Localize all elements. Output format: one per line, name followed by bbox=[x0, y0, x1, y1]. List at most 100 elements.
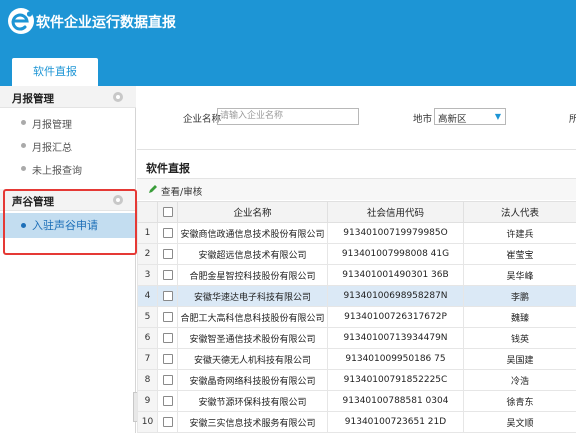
row-checkbox[interactable] bbox=[157, 264, 178, 286]
table-row[interactable]: 10 安徽三实信息技术服务有限公司 91340100723651 21D 吴文顺 bbox=[137, 411, 576, 433]
sidebar-group-title: 月报管理 bbox=[12, 93, 54, 105]
legal-rep-cell: 钱英 bbox=[463, 327, 576, 349]
legal-rep-cell: 魏臻 bbox=[463, 306, 576, 328]
row-number: 1 bbox=[137, 222, 158, 244]
row-number: 2 bbox=[137, 243, 158, 265]
legal-rep-cell: 许建兵 bbox=[463, 222, 576, 244]
checkbox-icon bbox=[162, 248, 173, 259]
bullet-icon bbox=[21, 143, 26, 148]
row-checkbox[interactable] bbox=[157, 306, 178, 328]
checkbox-icon bbox=[162, 416, 173, 427]
checkbox-icon bbox=[162, 269, 173, 280]
region-select[interactable]: 高新区 ▼ bbox=[434, 108, 506, 125]
table-row[interactable]: 3 合肥金星智控科技股份有限公司 913401001490301 36B 吴华峰 bbox=[137, 264, 576, 286]
company-name-cell: 安徽天德无人机科技有限公司 bbox=[177, 348, 328, 370]
row-number: 8 bbox=[137, 369, 158, 391]
select-all-checkbox[interactable] bbox=[157, 201, 178, 223]
tab-software-report[interactable]: 软件直报 bbox=[12, 58, 98, 86]
view-review-button[interactable]: 查看/审核 bbox=[161, 184, 202, 198]
chevron-down-icon: ▼ bbox=[494, 112, 501, 121]
region-label: 地市 bbox=[413, 114, 433, 125]
company-name-cell: 安徽智圣通信技术股份有限公司 bbox=[177, 327, 328, 349]
panel-title: 软件直报 bbox=[146, 162, 190, 175]
checkbox-icon bbox=[162, 290, 173, 301]
bullet-icon bbox=[21, 120, 26, 125]
collapse-toggle-icon[interactable] bbox=[113, 92, 123, 102]
row-number: 7 bbox=[137, 348, 158, 370]
sidebar-group-monthly[interactable]: 月报管理 bbox=[0, 86, 136, 108]
checkbox-icon bbox=[162, 227, 173, 238]
tab-bar: 软件直报 bbox=[0, 56, 576, 86]
row-checkbox[interactable] bbox=[157, 348, 178, 370]
row-checkbox[interactable] bbox=[157, 390, 178, 412]
credit-code-cell: 913401009950186 75 bbox=[327, 348, 464, 370]
sidebar-item-label: 月报汇总 bbox=[32, 143, 72, 154]
company-name-cell: 安徽商信政通信息技术股份有限公司 bbox=[177, 222, 328, 244]
row-checkbox[interactable] bbox=[157, 243, 178, 265]
company-name-cell: 安徽华速达电子科技有限公司 bbox=[177, 285, 328, 307]
credit-code-cell: 91340100791852225C bbox=[327, 369, 464, 391]
credit-code-cell: 913401007998008 41G bbox=[327, 243, 464, 265]
row-number: 3 bbox=[137, 264, 158, 286]
column-header-legal-rep[interactable]: 法人代表 bbox=[463, 201, 576, 223]
sidebar-item-unreported-query[interactable]: 未上报查询 bbox=[0, 157, 136, 179]
row-number: 5 bbox=[137, 306, 158, 328]
credit-code-cell: 91340100723651 21D bbox=[327, 411, 464, 433]
column-header-credit-code[interactable]: 社会信用代码 bbox=[327, 201, 464, 223]
truncated-label: 所 bbox=[569, 114, 576, 125]
credit-code-cell: 91340100719979985O bbox=[327, 222, 464, 244]
row-number: 9 bbox=[137, 390, 158, 412]
e-logo-icon bbox=[8, 8, 34, 34]
row-number: 10 bbox=[137, 411, 158, 433]
app-title: 软件企业运行数据直报 bbox=[36, 15, 176, 31]
company-name-cell: 合肥工大高科信息科技股份有限公司 bbox=[177, 306, 328, 328]
company-name-cell: 安徽超远信息技术有限公司 bbox=[177, 243, 328, 265]
region-select-value: 高新区 bbox=[438, 114, 467, 125]
row-number-header bbox=[137, 201, 158, 223]
table-row-selected[interactable]: 4 安徽华速达电子科技有限公司 91340100698958287N 李鹏 bbox=[137, 285, 576, 307]
table-row[interactable]: 5 合肥工大高科信息科技股份有限公司 91340100726317672P 魏臻 bbox=[137, 306, 576, 328]
checkbox-icon bbox=[162, 353, 173, 364]
table-row[interactable]: 7 安徽天德无人机科技有限公司 913401009950186 75 吴国建 bbox=[137, 348, 576, 370]
row-checkbox[interactable] bbox=[157, 411, 178, 433]
checkbox-icon bbox=[162, 374, 173, 385]
company-name-input[interactable]: 请输入企业名称 bbox=[217, 108, 359, 125]
table-header-row: 企业名称 社会信用代码 法人代表 bbox=[137, 201, 576, 223]
highlight-annotation bbox=[3, 189, 137, 255]
legal-rep-cell: 徐青东 bbox=[463, 390, 576, 412]
checkbox-icon bbox=[162, 311, 173, 322]
company-name-cell: 安徽晶奇网络科技股份有限公司 bbox=[177, 369, 328, 391]
bullet-icon bbox=[21, 166, 26, 171]
legal-rep-cell: 吴文顺 bbox=[463, 411, 576, 433]
table-row[interactable]: 8 安徽晶奇网络科技股份有限公司 91340100791852225C 冷浩 bbox=[137, 369, 576, 391]
row-checkbox[interactable] bbox=[157, 285, 178, 307]
checkbox-icon bbox=[162, 395, 173, 406]
company-name-cell: 合肥金星智控科技股份有限公司 bbox=[177, 264, 328, 286]
sidebar-item-label: 月报管理 bbox=[32, 120, 72, 131]
app-header: 软件企业运行数据直报 bbox=[0, 0, 576, 56]
table-row[interactable]: 1 安徽商信政通信息技术股份有限公司 91340100719979985O 许建… bbox=[137, 222, 576, 244]
row-checkbox[interactable] bbox=[157, 327, 178, 349]
row-number: 6 bbox=[137, 327, 158, 349]
credit-code-cell: 91340100788581 0304 bbox=[327, 390, 464, 412]
column-header-company-name[interactable]: 企业名称 bbox=[177, 201, 328, 223]
sidebar-item-monthly-summary[interactable]: 月报汇总 bbox=[0, 134, 136, 156]
row-checkbox[interactable] bbox=[157, 222, 178, 244]
company-name-cell: 安徽节源环保科技有限公司 bbox=[177, 390, 328, 412]
panel-header: 软件直报 bbox=[137, 156, 576, 178]
legal-rep-cell: 冷浩 bbox=[463, 369, 576, 391]
search-bar: 企业名称 请输入企业名称 地市 高新区 ▼ 所 bbox=[137, 86, 576, 150]
checkbox-icon bbox=[162, 207, 173, 217]
row-checkbox[interactable] bbox=[157, 369, 178, 391]
credit-code-cell: 91340100713934479N bbox=[327, 327, 464, 349]
table-row[interactable]: 6 安徽智圣通信技术股份有限公司 91340100713934479N 钱英 bbox=[137, 327, 576, 349]
toolbar: 查看/审核 bbox=[137, 178, 576, 200]
credit-code-cell: 91340100698958287N bbox=[327, 285, 464, 307]
table-row[interactable]: 2 安徽超远信息技术有限公司 913401007998008 41G 崔莹宝 bbox=[137, 243, 576, 265]
legal-rep-cell: 吴国建 bbox=[463, 348, 576, 370]
legal-rep-cell: 崔莹宝 bbox=[463, 243, 576, 265]
sidebar-item-monthly-management[interactable]: 月报管理 bbox=[0, 111, 136, 133]
sidebar-item-label: 未上报查询 bbox=[32, 166, 82, 177]
table-row[interactable]: 9 安徽节源环保科技有限公司 91340100788581 0304 徐青东 bbox=[137, 390, 576, 412]
company-table: 企业名称 社会信用代码 法人代表 1 安徽商信政通信息技术股份有限公司 9134… bbox=[137, 201, 576, 433]
